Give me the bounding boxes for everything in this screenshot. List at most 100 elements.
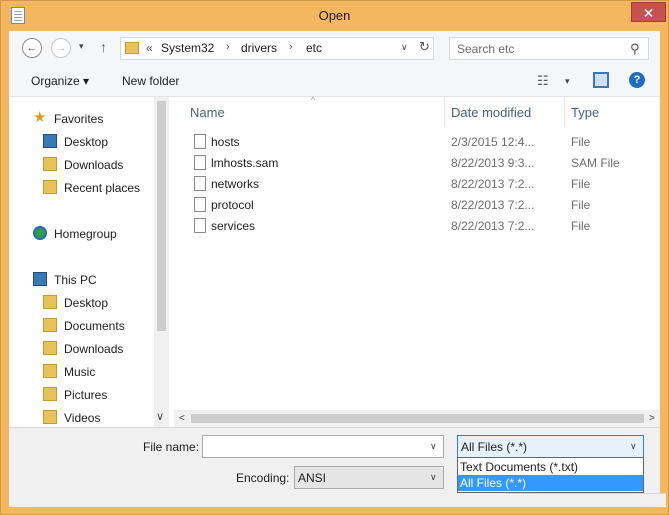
- dialog-client-area: ← → ▾ ↑ « System32 › drivers › etc ∨ ↻ S…: [9, 31, 660, 507]
- nav-item-recent-places[interactable]: Recent places: [9, 178, 154, 198]
- file-date: 2/3/2015 12:4...: [451, 135, 535, 149]
- nav-item-music[interactable]: Music: [9, 362, 154, 382]
- file-type-select[interactable]: All Files (*.*) ∨: [457, 435, 644, 458]
- file-name: networks: [211, 177, 260, 191]
- encoding-select[interactable]: ANSI ∨: [294, 466, 444, 489]
- nav-pane-scrollbar[interactable]: ∨: [154, 97, 169, 427]
- address-dropdown-button[interactable]: ∨: [401, 42, 408, 53]
- nav-item-label: Music: [64, 365, 96, 379]
- nav-item-desktop[interactable]: Desktop: [9, 132, 154, 152]
- chevron-down-icon[interactable]: ∨: [430, 441, 437, 452]
- file-icon: [194, 155, 206, 170]
- forward-button[interactable]: →: [51, 38, 71, 58]
- file-date: 8/22/2013 7:2...: [451, 219, 535, 233]
- nav-pane-scroll-thumb[interactable]: [157, 101, 166, 331]
- downloads-icon: [43, 157, 57, 171]
- file-type: File: [571, 177, 591, 191]
- close-button[interactable]: ✕: [631, 2, 666, 22]
- window-title: Open: [318, 8, 351, 23]
- file-icon: [194, 176, 206, 191]
- column-header-label: Date modified: [451, 105, 532, 120]
- nav-item-pc-downloads[interactable]: Downloads: [9, 339, 154, 359]
- nav-item-label: Desktop: [64, 296, 109, 310]
- nav-item-pc-desktop[interactable]: Desktop: [9, 293, 154, 313]
- search-box[interactable]: Search etc ⚲: [449, 37, 649, 60]
- breadcrumb-separator[interactable]: ›: [226, 41, 230, 53]
- nav-item-documents[interactable]: Documents: [9, 316, 154, 336]
- refresh-icon[interactable]: ↻: [419, 39, 433, 59]
- change-view-icon[interactable]: ☷: [537, 73, 549, 89]
- file-type: File: [571, 135, 591, 149]
- scroll-down-icon[interactable]: ∨: [156, 410, 164, 423]
- file-icon: [194, 197, 206, 212]
- file-date: 8/22/2013 7:2...: [451, 198, 535, 212]
- nav-item-downloads[interactable]: Downloads: [9, 155, 154, 175]
- view-options-dropdown[interactable]: ▾: [565, 76, 570, 87]
- file-type: File: [571, 219, 591, 233]
- nav-item-this-pc[interactable]: This PC: [9, 270, 154, 290]
- file-row[interactable]: lmhosts.sam 8/22/2013 9:3... SAM File: [174, 153, 660, 174]
- file-icon: [194, 218, 206, 233]
- nav-item-label: Videos: [64, 411, 101, 425]
- command-bar: Organize ▾ New folder ☷ ▾ ?: [9, 65, 660, 97]
- nav-item-pictures[interactable]: Pictures: [9, 385, 154, 405]
- recent-locations-dropdown[interactable]: ▾: [79, 41, 84, 52]
- nav-item-homegroup[interactable]: Homegroup: [9, 224, 154, 244]
- folder-icon: [125, 42, 139, 54]
- file-row[interactable]: networks 8/22/2013 7:2... File: [174, 174, 660, 195]
- breadcrumb-drivers[interactable]: drivers: [241, 41, 277, 55]
- nav-item-label: Downloads: [64, 158, 124, 172]
- file-name-input[interactable]: ∨: [202, 435, 444, 458]
- column-header-date-modified[interactable]: Date modified: [445, 97, 565, 127]
- nav-item-favorites[interactable]: ★ Favorites: [9, 109, 154, 129]
- folder-icon: [43, 364, 57, 378]
- search-input[interactable]: Search etc: [457, 42, 514, 56]
- breadcrumb-system32[interactable]: System32: [161, 41, 214, 55]
- recent-places-icon: [43, 180, 57, 194]
- title-bar: Open ✕: [1, 1, 668, 31]
- breadcrumb-overflow[interactable]: «: [146, 41, 153, 55]
- folder-icon: [43, 318, 57, 332]
- column-header-type[interactable]: Type: [565, 97, 660, 127]
- breadcrumb-etc[interactable]: etc: [306, 41, 322, 55]
- nav-item-videos[interactable]: Videos: [9, 408, 154, 428]
- file-type: File: [571, 198, 591, 212]
- homegroup-icon: [33, 226, 47, 240]
- new-folder-button[interactable]: New folder: [122, 74, 179, 88]
- this-pc-icon: [33, 272, 47, 286]
- open-dialog-window: Open ✕ ← → ▾ ↑ « System32 › drivers › et…: [0, 0, 669, 515]
- navigation-bar: ← → ▾ ↑ « System32 › drivers › etc ∨ ↻ S…: [9, 31, 660, 65]
- breadcrumb-separator[interactable]: ›: [289, 41, 293, 53]
- file-type-option-all-files[interactable]: All Files (*.*): [458, 475, 643, 491]
- sort-ascending-icon: ^: [311, 95, 316, 105]
- folder-icon: [43, 341, 57, 355]
- preview-pane-icon[interactable]: [593, 72, 609, 88]
- file-row[interactable]: hosts 2/3/2015 12:4... File: [174, 132, 660, 153]
- column-header-name[interactable]: Name ^: [174, 95, 445, 127]
- help-icon[interactable]: ?: [629, 72, 645, 88]
- column-header-label: Type: [571, 105, 600, 120]
- search-icon[interactable]: ⚲: [630, 41, 640, 57]
- horizontal-scrollbar[interactable]: < >: [174, 410, 660, 427]
- file-date: 8/22/2013 7:2...: [451, 177, 535, 191]
- scroll-left-icon[interactable]: <: [179, 413, 185, 424]
- file-name: hosts: [211, 135, 240, 149]
- up-button[interactable]: ↑: [100, 39, 107, 55]
- star-icon: ★: [33, 109, 47, 126]
- chevron-down-icon[interactable]: ∨: [430, 472, 437, 483]
- file-type-option-text-documents[interactable]: Text Documents (*.txt): [458, 459, 643, 475]
- file-row[interactable]: services 8/22/2013 7:2... File: [174, 216, 660, 237]
- address-bar[interactable]: « System32 › drivers › etc ∨ ↻: [120, 37, 434, 60]
- file-row[interactable]: protocol 8/22/2013 7:2... File: [174, 195, 660, 216]
- organize-button[interactable]: Organize ▾: [31, 74, 89, 88]
- scroll-right-icon[interactable]: >: [649, 413, 655, 424]
- nav-item-label: Pictures: [64, 388, 108, 402]
- desktop-icon: [43, 134, 57, 148]
- nav-item-label: Downloads: [64, 342, 124, 356]
- horizontal-scroll-thumb[interactable]: [191, 414, 644, 423]
- file-name: protocol: [211, 198, 254, 212]
- nav-item-label: Recent places: [64, 181, 141, 195]
- file-type-dropdown-list: Text Documents (*.txt) All Files (*.*): [457, 457, 644, 493]
- chevron-down-icon[interactable]: ∨: [630, 441, 637, 452]
- back-button[interactable]: ←: [22, 38, 42, 58]
